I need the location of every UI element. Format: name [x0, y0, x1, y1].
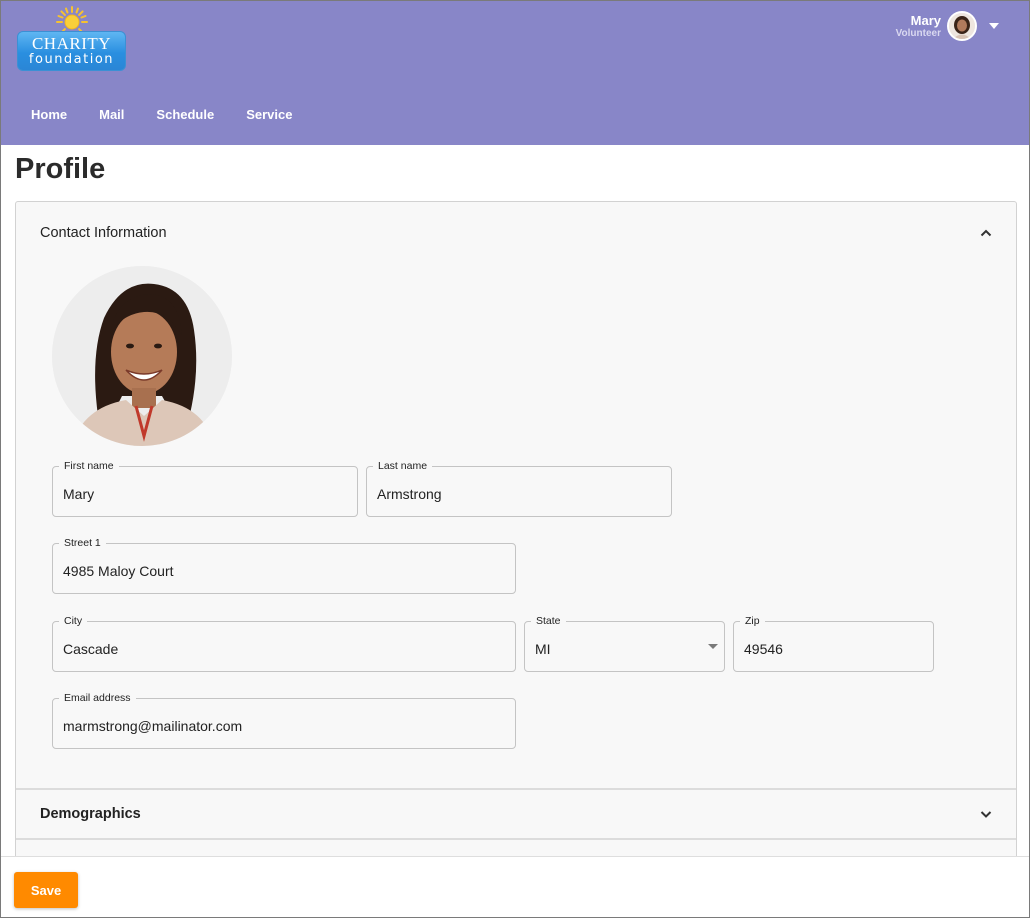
nav-item-schedule[interactable]: Schedule — [140, 101, 230, 128]
user-avatar-image — [949, 13, 975, 39]
profile-panel: Contact Information First name Mary Last… — [15, 201, 1017, 901]
user-role: Volunteer — [895, 27, 941, 39]
zip-field[interactable]: Zip 49546 — [733, 614, 934, 672]
section-divider — [16, 838, 1016, 840]
user-name: Mary — [910, 12, 941, 28]
app-header: CHARITY foundation Mary Volunteer Home M… — [1, 1, 1029, 145]
first-name-field[interactable]: First name Mary — [52, 459, 358, 517]
city-field[interactable]: City Cascade — [52, 614, 516, 672]
street1-label: Street 1 — [59, 536, 106, 550]
section-header-contact-information[interactable]: Contact Information — [16, 208, 1016, 258]
nav-item-home[interactable]: Home — [15, 101, 83, 128]
first-name-label: First name — [59, 459, 119, 473]
state-select[interactable]: State MI — [524, 614, 725, 672]
last-name-label: Last name — [373, 459, 433, 473]
zip-value[interactable]: 49546 — [744, 640, 923, 658]
app-window: CHARITY foundation Mary Volunteer Home M… — [0, 0, 1030, 918]
chevron-down-icon[interactable] — [978, 806, 994, 822]
main-nav: Home Mail Schedule Service — [15, 101, 308, 128]
user-info: Mary Volunteer — [896, 13, 941, 40]
street1-field[interactable]: Street 1 4985 Maloy Court — [52, 536, 516, 594]
city-value[interactable]: Cascade — [63, 640, 505, 658]
profile-photo[interactable] — [52, 266, 232, 446]
footer-bar: Save — [1, 856, 1029, 917]
user-menu[interactable]: Mary Volunteer — [896, 10, 999, 42]
nav-item-service[interactable]: Service — [230, 101, 308, 128]
page-title: Profile — [15, 153, 106, 185]
zip-label: Zip — [740, 614, 765, 628]
last-name-value[interactable]: Armstrong — [377, 485, 661, 503]
street1-value[interactable]: 4985 Maloy Court — [63, 562, 505, 580]
caret-down-icon[interactable] — [708, 644, 718, 649]
logo-text-charity: CHARITY — [31, 34, 112, 53]
caret-down-icon[interactable] — [989, 23, 999, 29]
section-title-contact-information: Contact Information — [40, 225, 167, 241]
logo-text-foundation: foundation — [28, 52, 115, 67]
first-name-value[interactable]: Mary — [63, 485, 347, 503]
profile-photo-image — [52, 266, 232, 446]
state-label: State — [531, 614, 566, 628]
state-value[interactable]: MI — [535, 640, 714, 658]
save-button[interactable]: Save — [14, 872, 78, 908]
chevron-up-icon[interactable] — [978, 225, 994, 241]
last-name-field[interactable]: Last name Armstrong — [366, 459, 672, 517]
email-value[interactable]: marmstrong@mailinator.com — [63, 717, 505, 735]
email-field[interactable]: Email address marmstrong@mailinator.com — [52, 691, 516, 749]
city-label: City — [59, 614, 88, 628]
user-avatar[interactable] — [947, 11, 977, 41]
nav-item-mail[interactable]: Mail — [83, 101, 140, 128]
charity-foundation-logo[interactable]: CHARITY foundation — [17, 5, 127, 71]
section-header-demographics[interactable]: Demographics — [16, 790, 1016, 838]
logo-badge: CHARITY foundation — [17, 31, 126, 71]
section-title-demographics: Demographics — [40, 806, 141, 822]
email-label: Email address — [59, 691, 136, 705]
